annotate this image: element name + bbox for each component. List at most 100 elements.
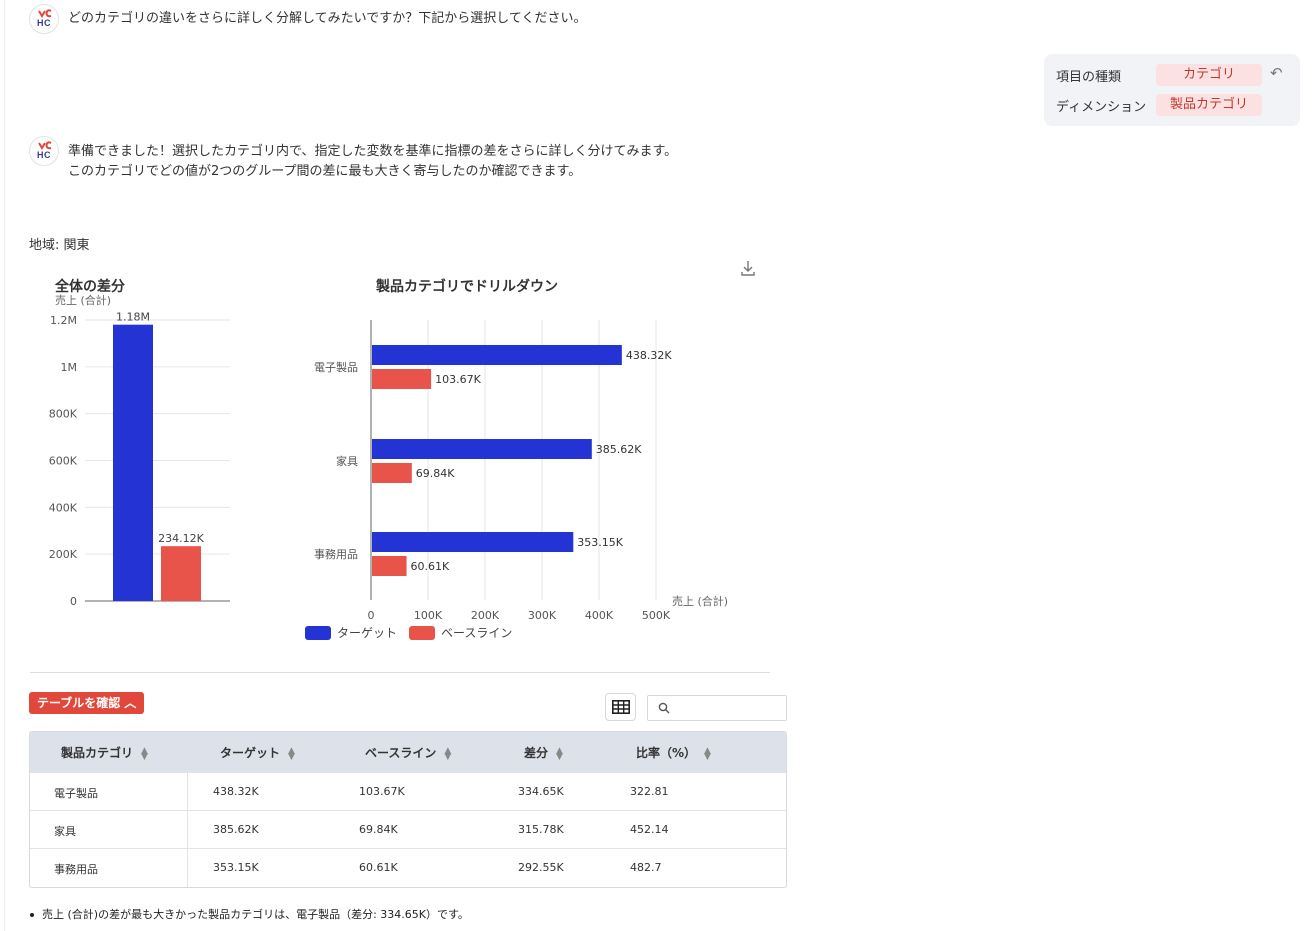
legend-item-baseline[interactable]: ベースライン <box>409 624 512 641</box>
table-cell: 103.67K <box>359 785 405 798</box>
table-cell: 322.81 <box>630 785 669 798</box>
chevron-up-icon: ︿ <box>124 696 137 710</box>
drilldown-chart-title: 製品カテゴリでドリルダウン <box>376 279 558 295</box>
data-table: 製品カテゴリ ▲ ▼ ターゲット ▲ ▼ ベースライン ▲ ▼ 差分 ▲ ▼ 比率（%） ▲ ▼ 電… <box>29 731 787 888</box>
table-search <box>647 695 787 721</box>
table-cell: 482.7 <box>630 861 662 874</box>
data-label: 353.15K <box>577 536 623 549</box>
x-tick-label: 500K <box>642 609 671 622</box>
column-header[interactable]: ターゲット ▲ ▼ <box>220 744 295 761</box>
selection-card: 項目の種類 カテゴリ ディメンション 製品カテゴリ ↶ <box>1044 54 1300 126</box>
bar <box>372 463 412 483</box>
bar <box>161 546 201 601</box>
data-label: 103.67K <box>435 373 481 386</box>
y-tick-label: 電子製品 <box>314 360 358 374</box>
table-row: 事務用品 353.15K 60.61K 292.55K 482.7 <box>30 848 786 886</box>
x-tick-label: 200K <box>471 609 500 622</box>
chart-legend: ターゲット ベースライン <box>305 624 524 641</box>
table-toggle-label: テーブルを確認 <box>37 696 121 710</box>
summary-text: 売上 (合計)の差が最も大きかった製品カテゴリは、電子製品（差分: 334.65… <box>30 906 469 922</box>
sort-icon[interactable]: ▲ ▼ <box>141 746 148 761</box>
table-cell: 60.61K <box>359 861 398 874</box>
sort-icon[interactable]: ▲ ▼ <box>704 746 711 761</box>
undo-icon[interactable]: ↶ <box>1270 64 1283 82</box>
bar <box>372 439 592 459</box>
table-cell: 334.65K <box>518 785 564 798</box>
x-tick-label: 0 <box>368 609 375 622</box>
bar <box>372 345 622 365</box>
column-header[interactable]: 差分 ▲ ▼ <box>524 744 563 761</box>
type-label: 項目の種類 <box>1056 70 1122 85</box>
search-icon <box>658 702 670 714</box>
data-label: 69.84K <box>416 467 455 480</box>
table-cell: 292.55K <box>518 861 564 874</box>
data-label: 1.18M <box>116 311 150 324</box>
bar <box>372 532 574 552</box>
y-tick-label: 600K <box>49 455 78 468</box>
dimension-chip: 製品カテゴリ <box>1156 94 1262 116</box>
y-tick-label: 400K <box>49 501 78 514</box>
dimension-label: ディメンション <box>1056 100 1147 115</box>
left-border <box>4 0 5 931</box>
legend-swatch-baseline <box>409 625 436 640</box>
bullet <box>30 913 34 917</box>
sort-icon[interactable]: ▲ ▼ <box>556 746 563 761</box>
table-cell: 家具 <box>54 825 76 838</box>
table-cell: 452.14 <box>630 823 669 836</box>
x-tick-label: 100K <box>414 609 443 622</box>
x-axis-label: 売上 (合計) <box>672 594 728 608</box>
sort-icon[interactable]: ▲ ▼ <box>444 746 451 761</box>
y-tick-label: 事務用品 <box>314 547 358 561</box>
table-cell: 電子製品 <box>54 787 98 800</box>
legend-item-target[interactable]: ターゲット <box>305 624 397 641</box>
sort-icon[interactable]: ▲ ▼ <box>288 746 295 761</box>
region-filter-label: 地域: 関東 <box>29 238 90 253</box>
bar <box>372 369 432 389</box>
assistant-avatar: HC <box>29 136 59 166</box>
download-icon[interactable] <box>738 258 758 278</box>
column-header[interactable]: 比率（%） ▲ ▼ <box>636 744 711 761</box>
search-input[interactable] <box>676 698 782 718</box>
data-label: 60.61K <box>411 560 450 573</box>
table-cell: 69.84K <box>359 823 398 836</box>
assistant-message: どのカテゴリの違いをさらに詳しく分解してみたいですか？下記から選択してください。 <box>68 11 587 26</box>
column-header[interactable]: 製品カテゴリ ▲ ▼ <box>61 744 148 761</box>
table-grid-icon <box>612 700 630 714</box>
table-cell: 353.15K <box>213 861 259 874</box>
assistant-message-line2: このカテゴリでどの値が2つのグループ間の差に最も大きく寄与したのか確認できます。 <box>68 164 582 179</box>
table-toggle-button[interactable]: テーブルを確認 ︿ <box>29 692 145 714</box>
drilldown-chart: 0 100K 200K 300K 400K 500K売上 (合計) 電子製品 438.32K 1… <box>314 320 728 622</box>
avatar-text: HC <box>37 18 51 28</box>
logo-heart-icon <box>38 141 52 150</box>
table-header: 製品カテゴリ ▲ ▼ ターゲット ▲ ▼ ベースライン ▲ ▼ 差分 ▲ ▼ 比率（%） ▲ ▼ <box>30 732 786 772</box>
summary-sentence: 売上 (合計)の差が最も大きかった製品カテゴリは、電子製品（差分: 334.65… <box>42 908 469 921</box>
logo-heart-icon <box>38 9 52 18</box>
table-cell: 438.32K <box>213 785 259 798</box>
legend-swatch-target <box>305 625 331 640</box>
data-label: 385.62K <box>596 443 642 456</box>
y-tick-label: 1M <box>61 361 78 374</box>
table-cell: 事務用品 <box>54 863 98 876</box>
legend-label-target: ターゲット <box>337 626 398 640</box>
type-chip: カテゴリ <box>1156 64 1262 86</box>
table-row: 電子製品 438.32K 103.67K 334.65K 322.81 <box>30 772 786 810</box>
x-tick-label: 400K <box>585 609 614 622</box>
y-tick-label: 家具 <box>336 454 358 468</box>
avatar-text: HC <box>37 150 51 160</box>
y-tick-label: 1.2M <box>50 314 77 327</box>
legend-label-baseline: ベースライン <box>441 626 513 640</box>
table-row: 家具 385.62K 69.84K 315.78K 452.14 <box>30 810 786 848</box>
assistant-avatar: HC <box>29 4 59 34</box>
bar <box>113 324 153 601</box>
table-cell: 315.78K <box>518 823 564 836</box>
column-header[interactable]: ベースライン ▲ ▼ <box>365 744 451 761</box>
x-tick-label: 300K <box>528 609 557 622</box>
assistant-message-line1: 準備できました！選択したカテゴリ内で、指定した変数を基準に指標の差をさらに詳しく… <box>68 144 678 159</box>
section-divider <box>30 672 770 673</box>
data-label: 438.32K <box>626 349 672 362</box>
bar <box>372 556 407 576</box>
overall-diff-chart: 0 200K 400K 600K 800K 1M 1.2M 1.18M 234.12K <box>49 311 230 608</box>
data-label: 234.12K <box>158 532 204 545</box>
y-tick-label: 0 <box>70 595 77 608</box>
table-view-button[interactable] <box>605 693 636 721</box>
